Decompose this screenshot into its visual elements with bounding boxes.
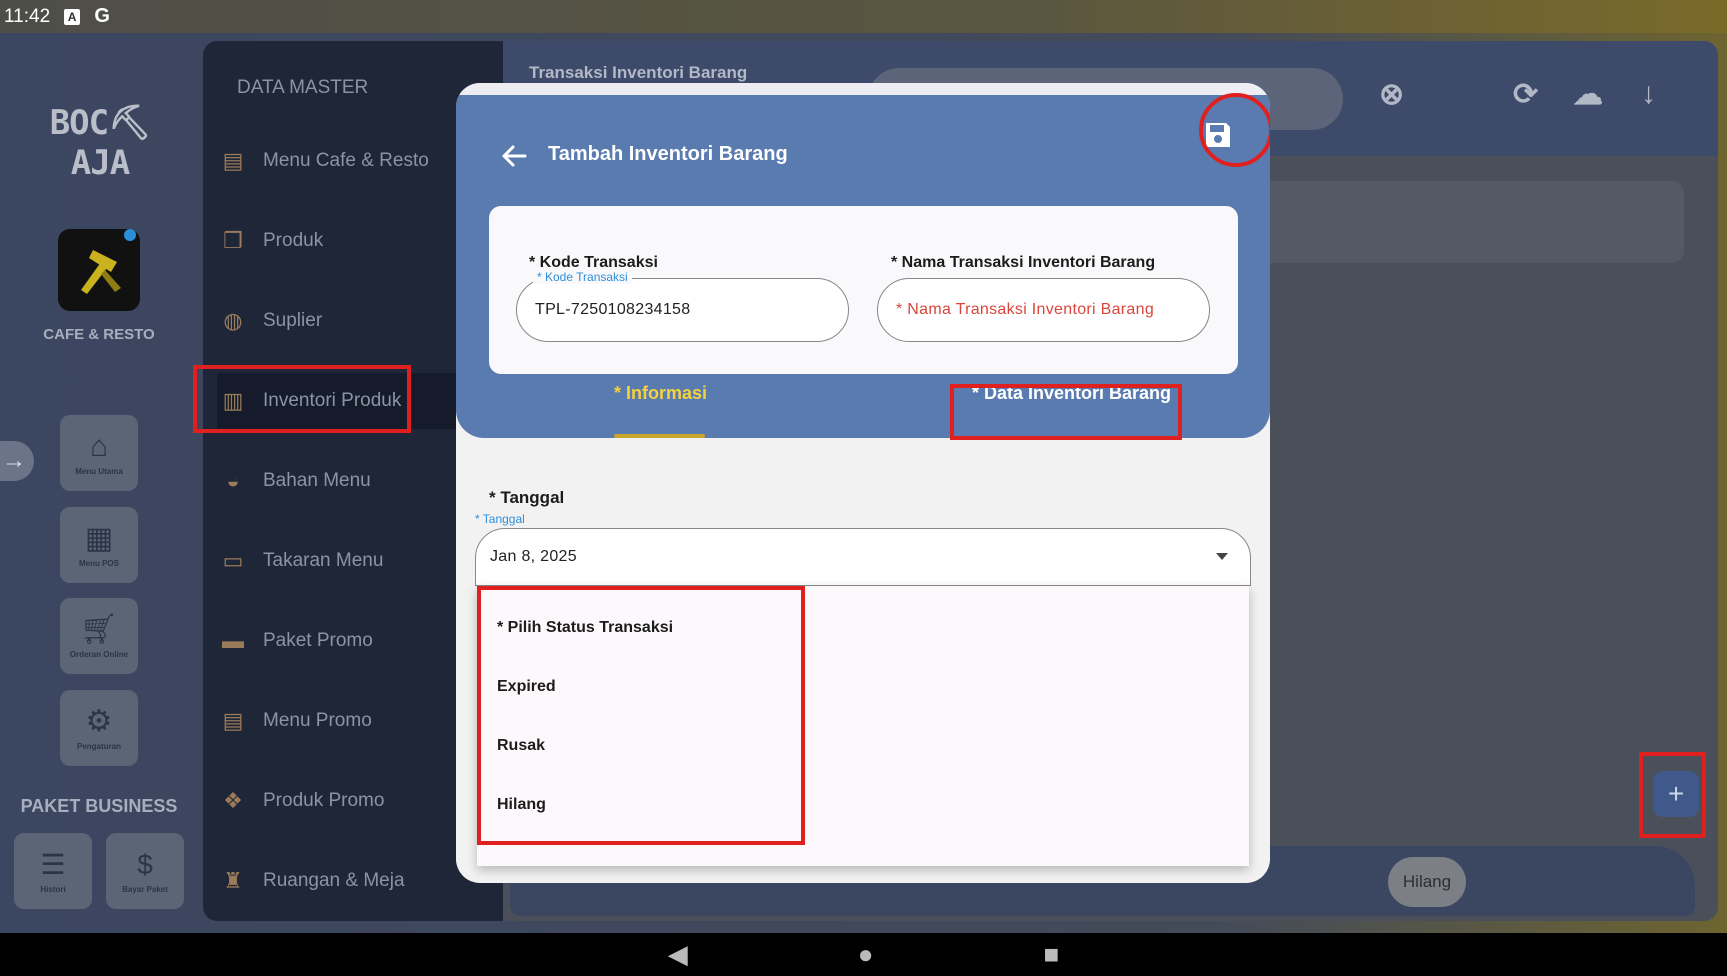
add-inventory-modal: Tambah Inventori Barang * Kode Transaksi… — [456, 83, 1270, 883]
highlight-data-tab — [950, 384, 1182, 440]
kode-transaksi-value: TPL-7250108234158 — [535, 301, 691, 318]
menu-heading: DATA MASTER — [237, 77, 369, 98]
expand-arrow-icon[interactable]: → — [0, 441, 34, 481]
back-arrow-icon[interactable] — [496, 138, 532, 174]
menu-item-label: Takaran Menu — [263, 550, 384, 571]
gift-box-icon: ❖ — [223, 788, 243, 813]
paket-label: PAKET BUSINESS — [20, 796, 178, 816]
chevron-down-icon — [1216, 553, 1228, 560]
nav-recents-icon[interactable]: ■ — [1044, 939, 1060, 970]
android-nav-bar: ◀ ● ■ — [0, 933, 1727, 976]
clear-icon[interactable]: ⊗ — [1379, 77, 1404, 112]
bayar-paket-button[interactable]: $ Bayar Paket — [106, 833, 184, 909]
highlight-add-button — [1639, 752, 1706, 838]
box-hand-icon: ❒ — [223, 228, 243, 253]
download-icon[interactable]: ↓ — [1641, 77, 1656, 111]
cart-icon: 🛒︎ — [79, 612, 119, 646]
tanggal-label: * Tanggal — [489, 488, 565, 507]
modal-header-top-strip — [456, 83, 1270, 95]
tanggal-value: Jan 8, 2025 — [490, 548, 577, 565]
google-icon: G — [94, 5, 110, 27]
menu-utama-button[interactable]: ⌂ Menu Utama — [60, 415, 138, 491]
orderan-online-button[interactable]: 🛒︎ Orderan Online — [60, 598, 138, 674]
dollar-icon: $ — [137, 848, 153, 880]
active-tab-indicator — [614, 434, 705, 438]
menu-utama-label: Menu Utama — [75, 466, 123, 476]
table-chair-icon: ♜ — [223, 868, 243, 893]
app-icon[interactable] — [58, 229, 140, 311]
bayar-paket-label: Bayar Paket — [122, 884, 168, 894]
highlight-save-button — [1199, 93, 1270, 167]
globe-icon: ◍ — [223, 308, 243, 333]
highlight-inventori-produk — [193, 365, 411, 433]
tanggal-dropdown[interactable]: Jan 8, 2025 — [475, 528, 1251, 586]
list-icon: ☰ — [40, 849, 66, 880]
ticket-icon: ▬ — [222, 628, 244, 653]
hammer-icon — [81, 250, 121, 294]
pengaturan-button[interactable]: ⚙ Pengaturan — [60, 690, 138, 766]
tab-informasi[interactable]: * Informasi — [614, 383, 707, 404]
cloud-upload-icon[interactable]: ☁ — [1573, 77, 1603, 112]
orderan-online-label: Orderan Online — [69, 649, 129, 659]
left-rail: BOC⛏AJA CAFE & RESTO → ⌂ Menu Utama ▦ Me… — [0, 33, 200, 933]
menu-item-label: Menu Cafe & Resto — [263, 150, 429, 171]
nama-transaksi-placeholder: * Nama Transaksi Inventori Barang — [896, 301, 1155, 318]
menu-item-label: Bahan Menu — [263, 470, 371, 491]
menu-list-icon: ▤ — [222, 708, 244, 733]
store-add-icon: ▦ — [84, 521, 114, 555]
status-bar: 11:42 A G — [0, 0, 1727, 33]
form-card: * Kode Transaksi * Kode Transaksi TPL-72… — [489, 206, 1238, 374]
chip-hilang[interactable]: Hilang — [1388, 857, 1466, 907]
menu-item-label: Suplier — [263, 310, 323, 331]
app-type-label: CAFE & RESTO — [43, 326, 155, 343]
keyboard-a-icon: A — [64, 8, 81, 25]
histori-label: Histori — [40, 885, 66, 894]
notification-dot — [124, 229, 136, 241]
menu-board-icon: ▤ — [222, 148, 244, 173]
modal-title: Tambah Inventori Barang — [548, 143, 788, 165]
menu-pos-button[interactable]: ▦ Menu POS — [60, 507, 138, 583]
measuring-cup-icon: ▭ — [222, 548, 244, 573]
nav-home-icon[interactable]: ● — [858, 939, 874, 970]
home-icon: ⌂ — [89, 429, 109, 463]
nama-transaksi-field[interactable]: * Nama Transaksi Inventori Barang — [877, 278, 1210, 342]
modal-header: Tambah Inventori Barang * Kode Transaksi… — [456, 83, 1270, 440]
kode-transaksi-field[interactable]: * Kode Transaksi TPL-7250108234158 — [516, 270, 849, 342]
nav-back-icon[interactable]: ◀ — [668, 939, 688, 970]
sync-icon[interactable]: ⟳ — [1513, 77, 1538, 112]
menu-pos-label: Menu POS — [78, 558, 119, 568]
status-transaksi-dropdown-menu: * Pilih Status Transaksi Expired Rusak H… — [477, 586, 1249, 866]
pengaturan-label: Pengaturan — [76, 741, 121, 751]
gear-icon: ⚙ — [85, 704, 113, 738]
menu-item-label: Ruangan & Meja — [263, 870, 405, 891]
brand-logo: BOC⛏AJA — [49, 103, 152, 183]
menu-item-label: Produk — [263, 230, 324, 251]
menu-item-label: Produk Promo — [263, 790, 385, 811]
kode-transaksi-float-label: * Kode Transaksi — [533, 270, 632, 284]
basket-icon: ◒ — [226, 468, 240, 493]
status-time: 11:42 — [4, 5, 51, 27]
highlight-status-options — [477, 586, 805, 845]
menu-item-label: Paket Promo — [263, 630, 373, 651]
histori-button[interactable]: ☰ Histori — [14, 833, 92, 909]
page-title: Transaksi Inventori Barang — [529, 63, 748, 82]
tanggal-float-label: * Tanggal — [475, 512, 525, 526]
nama-transaksi-label: * Nama Transaksi Inventori Barang — [891, 254, 1156, 271]
menu-item-label: Menu Promo — [263, 710, 372, 731]
